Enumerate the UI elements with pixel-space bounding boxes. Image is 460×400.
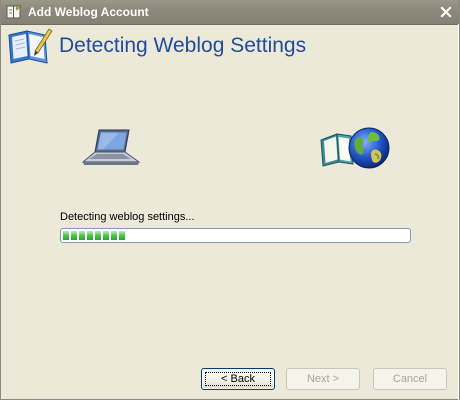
cancel-button-label: Cancel: [392, 373, 428, 385]
progress-block: [95, 231, 101, 240]
close-icon[interactable]: [439, 5, 453, 19]
window-title: Add Weblog Account: [28, 5, 149, 19]
progress-bar: [60, 228, 411, 243]
page-title: Detecting Weblog Settings: [59, 34, 307, 57]
back-button[interactable]: < Back: [201, 368, 275, 390]
progress-block: [111, 231, 117, 240]
weblog-book-icon: [6, 4, 22, 19]
back-button-label: < Back: [221, 373, 255, 385]
add-weblog-account-dialog: Add Weblog Account Detecting Weblog Sett…: [0, 0, 460, 400]
progress-block: [63, 231, 69, 240]
globe-book-icon: [320, 127, 390, 169]
weblog-book-icon: [8, 28, 53, 64]
progress-block: [71, 231, 77, 240]
progress-block: [79, 231, 85, 240]
progress-block: [119, 231, 125, 240]
progress-block: [103, 231, 109, 240]
progress-block: [87, 231, 93, 240]
status-label: Detecting weblog settings...: [60, 211, 195, 223]
window-edge: [458, 24, 459, 400]
cancel-button[interactable]: Cancel: [373, 368, 447, 390]
laptop-icon: [81, 129, 141, 165]
progress-fill: [63, 231, 408, 240]
wizard-header: Detecting Weblog Settings: [1, 25, 459, 73]
next-button-label: Next >: [306, 373, 340, 385]
title-bar[interactable]: Add Weblog Account: [1, 0, 459, 25]
next-button[interactable]: Next >: [286, 368, 360, 390]
